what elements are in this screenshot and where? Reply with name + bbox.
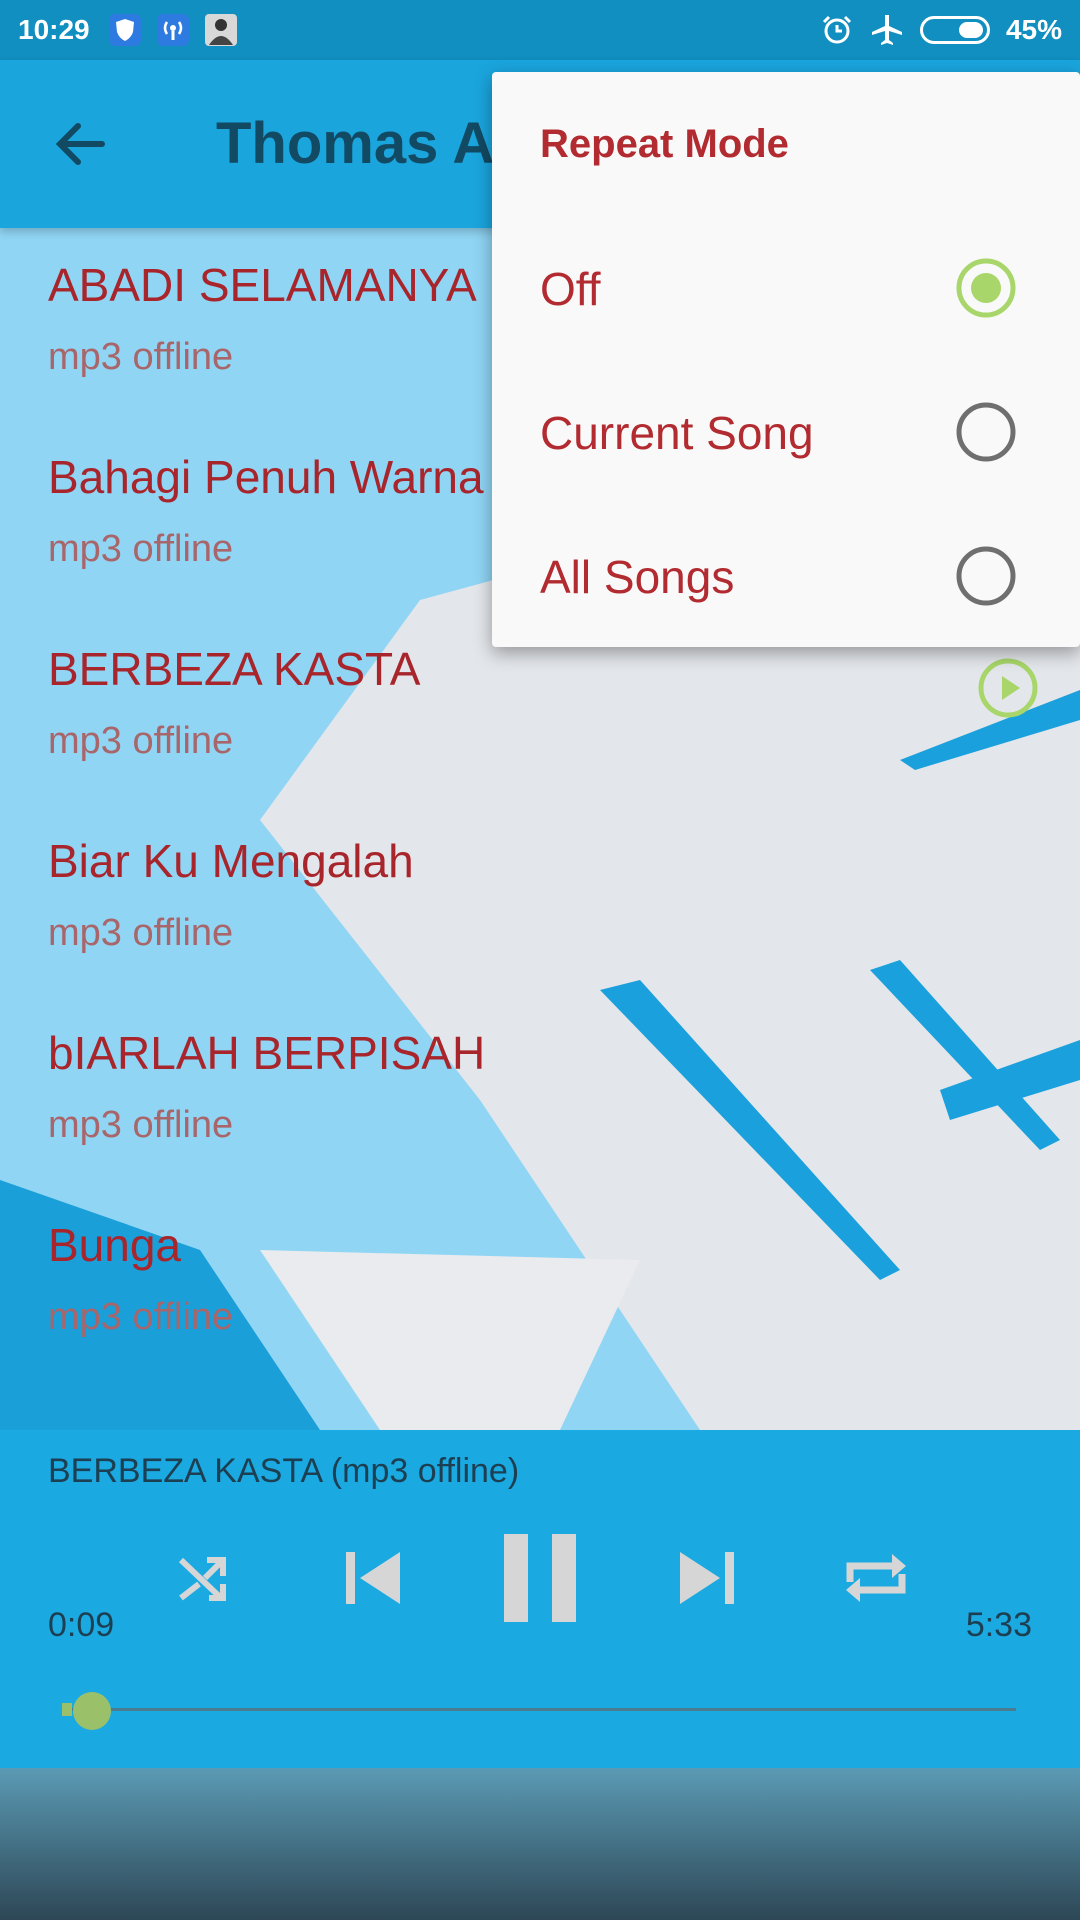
now-playing-icon [978, 658, 1038, 718]
song-item[interactable]: bIARLAH BERPISAH mp3 offline [0, 1000, 1080, 1192]
option-label: Off [540, 263, 601, 315]
repeat-option-current-song[interactable]: Current Song [492, 360, 1080, 504]
status-bar: 10:29 45% [0, 0, 1080, 60]
song-title: bIARLAH BERPISAH [48, 1027, 486, 1079]
repeat-mode-menu: Repeat Mode Off Current Song All Songs [492, 72, 1080, 647]
menu-title: Repeat Mode [540, 122, 789, 166]
radio-selected-icon[interactable] [954, 256, 1018, 320]
pause-icon[interactable] [500, 1528, 582, 1628]
alarm-icon [822, 15, 852, 44]
song-subtitle: mp3 offline [48, 912, 234, 954]
song-item[interactable]: Biar Ku Mengalah mp3 offline [0, 808, 1080, 1000]
battery-icon [919, 16, 990, 44]
previous-icon[interactable] [332, 1538, 412, 1618]
song-title: Bunga [48, 1219, 182, 1271]
song-subtitle: mp3 offline [48, 1104, 234, 1146]
repeat-option-all-songs[interactable]: All Songs [492, 504, 1080, 648]
seek-thumb[interactable] [72, 1692, 111, 1730]
status-time: 10:29 [18, 14, 90, 45]
repeat-option-off[interactable]: Off [492, 216, 1080, 360]
hotspot-icon [156, 14, 189, 46]
song-title: ABADI SELAMANYA [48, 259, 477, 311]
radio-unselected-icon[interactable] [954, 544, 1018, 608]
elapsed-time: 0:09 [48, 1606, 115, 1644]
song-subtitle: mp3 offline [48, 336, 234, 378]
song-title: BERBEZA KASTA [48, 643, 421, 695]
song-item[interactable]: Bunga mp3 offline [0, 1192, 1080, 1384]
duration-time: 5:33 [965, 1606, 1032, 1644]
arrow-back-icon[interactable] [48, 112, 112, 176]
repeat-icon[interactable] [836, 1538, 916, 1618]
radio-unselected-icon[interactable] [954, 400, 1018, 464]
option-label: Current Song [540, 407, 814, 459]
shuffle-icon[interactable] [163, 1538, 243, 1618]
song-subtitle: mp3 offline [48, 720, 234, 762]
app-notification-icon [204, 14, 237, 46]
song-title: Biar Ku Mengalah [48, 835, 414, 887]
now-playing-label: BERBEZA KASTA (mp3 offline) [48, 1452, 520, 1490]
seek-progress [62, 1703, 72, 1716]
song-title: Bahagi Penuh Warna [48, 451, 484, 503]
next-icon[interactable] [668, 1538, 748, 1618]
battery-percent: 45% [1005, 14, 1062, 45]
option-label: All Songs [540, 551, 735, 603]
song-subtitle: mp3 offline [48, 528, 234, 570]
seek-bar[interactable] [66, 1708, 1016, 1711]
airplane-mode-icon [871, 15, 902, 45]
player-panel: BERBEZA KASTA (mp3 offline) 0:09 5:33 [0, 1430, 1080, 1768]
shield-icon [108, 14, 141, 46]
song-subtitle: mp3 offline [48, 1296, 234, 1338]
bottom-background [0, 1768, 1080, 1920]
